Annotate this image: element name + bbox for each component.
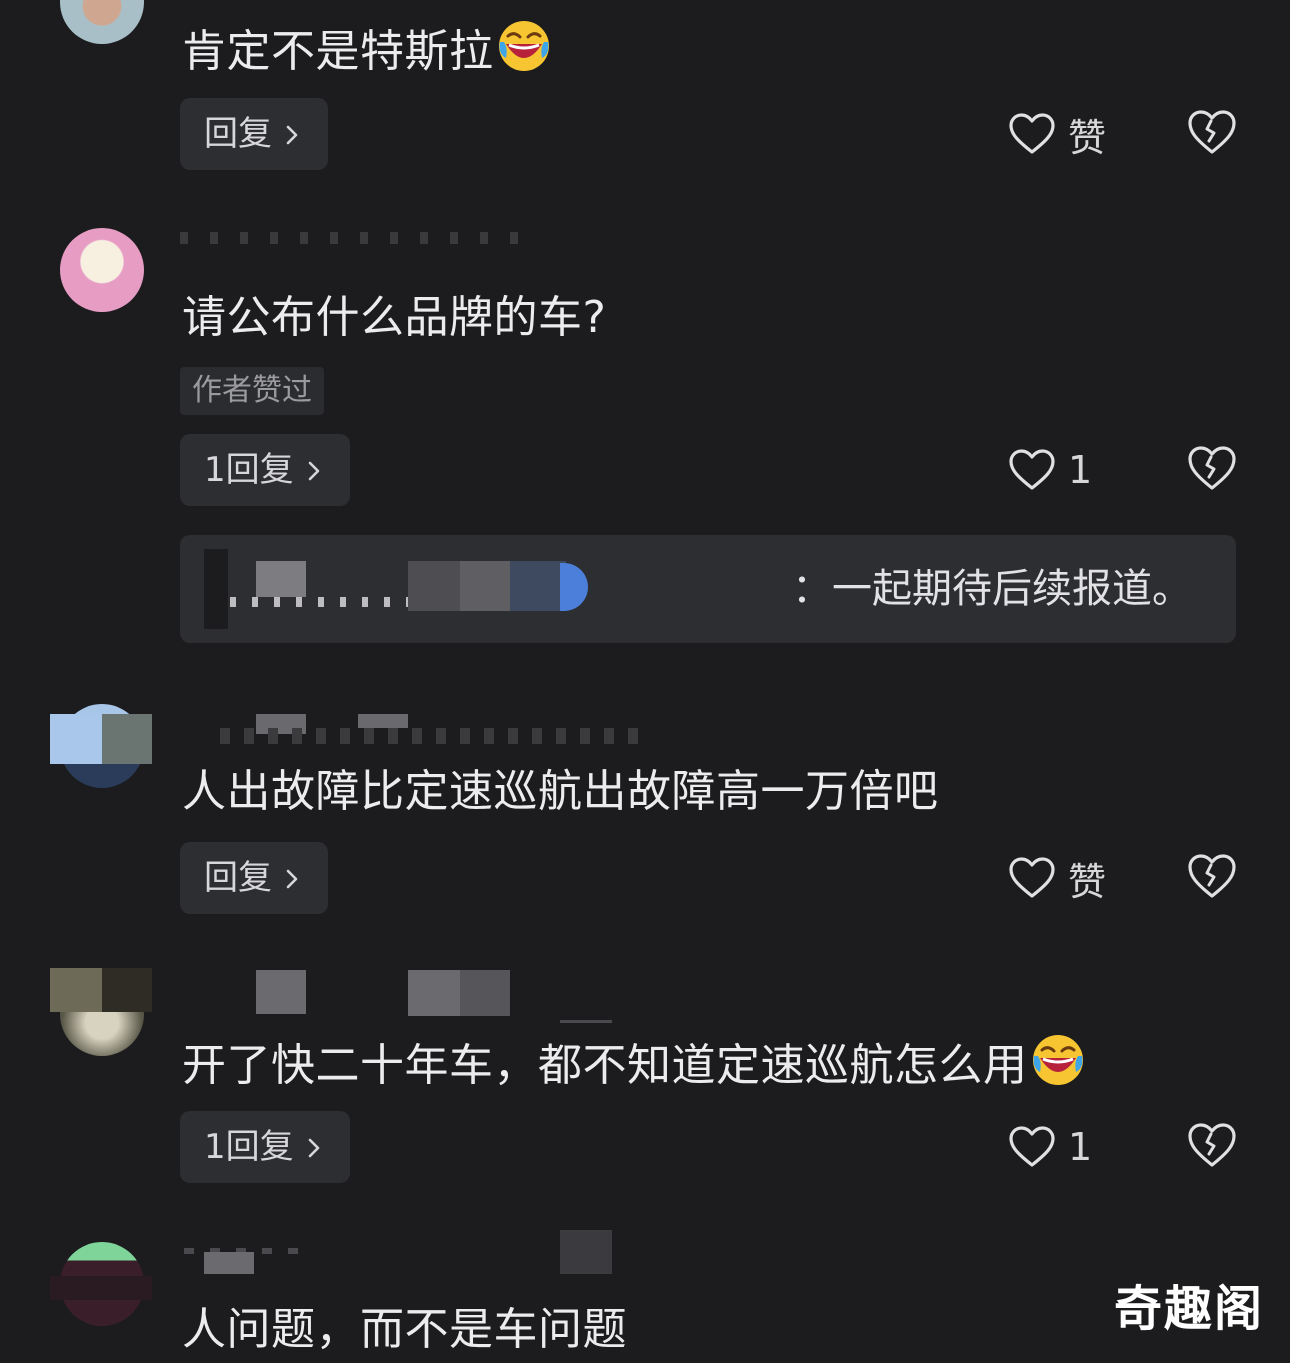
like-button[interactable]: 赞	[1008, 842, 1106, 914]
like-count: 1	[1068, 1125, 1093, 1169]
broken-heart-icon[interactable]	[1186, 1121, 1238, 1169]
broken-heart-icon[interactable]	[1186, 108, 1238, 156]
like-count: 1	[1068, 448, 1093, 492]
avatar-blur-block	[102, 968, 152, 1012]
username-blurred	[180, 970, 620, 1023]
heart-icon	[1008, 448, 1056, 492]
chevron-right-icon	[302, 459, 326, 483]
sub-reply-text: ：一起期待后续报道。	[792, 566, 1192, 612]
sub-reply-preview[interactable]: ：一起期待后续报道。	[180, 535, 1236, 643]
like-button[interactable]: 1	[1008, 1111, 1092, 1183]
author-liked-badge: 作者赞过	[180, 367, 324, 415]
reply-button[interactable]: 1回复	[180, 434, 350, 506]
avatar-blur-block	[102, 714, 152, 764]
comment-text: 开了快二十年车，都不知道定速巡航怎么用	[182, 1032, 1086, 1094]
avatar[interactable]	[60, 0, 144, 44]
laughing-crying-emoji-icon	[496, 18, 552, 74]
avatar-blur-block	[50, 968, 102, 1012]
username-blurred	[204, 549, 228, 629]
comment-text: 人问题，而不是车问题	[182, 1304, 627, 1355]
username-blurred	[180, 226, 540, 270]
heart-icon	[1008, 112, 1056, 156]
username-blurred	[180, 714, 650, 758]
comment-text: 人出故障比定速巡航出故障高一万倍吧	[182, 766, 939, 817]
comment-text: 肯定不是特斯拉	[182, 18, 552, 80]
avatar-blur-block	[50, 1276, 152, 1300]
like-label: 赞	[1068, 859, 1107, 904]
reply-button[interactable]: 回复	[180, 842, 328, 914]
avatar[interactable]	[60, 228, 144, 312]
chevron-right-icon	[280, 867, 304, 891]
reply-label: 回复	[204, 114, 272, 154]
like-button[interactable]: 赞	[1008, 98, 1106, 170]
heart-icon	[1008, 856, 1056, 900]
reply-button[interactable]: 回复	[180, 98, 328, 170]
reply-label: 1回复	[204, 450, 294, 490]
chevron-right-icon	[280, 123, 304, 147]
like-button[interactable]: 1	[1008, 434, 1092, 506]
username-blurred	[180, 1230, 620, 1274]
heart-icon	[1008, 1125, 1056, 1169]
laughing-crying-emoji-icon	[1030, 1032, 1086, 1088]
reply-button[interactable]: 1回复	[180, 1111, 350, 1183]
watermark: 奇趣阁	[1113, 1281, 1264, 1337]
comment-text: 请公布什么品牌的车?	[182, 292, 607, 343]
chevron-right-icon	[302, 1136, 326, 1160]
broken-heart-icon[interactable]	[1186, 444, 1238, 492]
like-label: 赞	[1068, 115, 1107, 160]
reply-label: 1回复	[204, 1127, 294, 1167]
avatar-blur-block	[50, 714, 102, 764]
broken-heart-icon[interactable]	[1186, 852, 1238, 900]
reply-label: 回复	[204, 858, 272, 898]
